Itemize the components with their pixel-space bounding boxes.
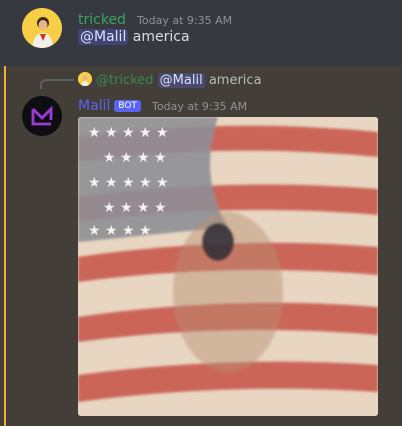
user-mention[interactable]: @Malil: [78, 29, 129, 45]
reply-mention[interactable]: @Malil: [157, 73, 205, 88]
reply-avatar: [78, 72, 92, 86]
gif-attachment[interactable]: ★ ★ ★ ★ ★ ★ ★ ★ ★ ★ ★ ★ ★ ★ ★ ★ ★ ★ ★ ★ …: [78, 117, 378, 416]
american-flag-gif: ★ ★ ★ ★ ★ ★ ★ ★ ★ ★ ★ ★ ★ ★ ★ ★ ★ ★ ★ ★ …: [78, 117, 378, 416]
message-text: america: [128, 29, 190, 45]
mention-highlight-bar: [4, 66, 6, 426]
user-avatar-icon: [22, 8, 62, 48]
svg-text:★ ★ ★ ★: ★ ★ ★ ★: [103, 150, 167, 166]
malil-logo-icon: [22, 96, 62, 136]
timestamp: Today at 9:35 AM: [137, 14, 233, 27]
user-avatar-icon: [78, 72, 92, 86]
reply-author[interactable]: @tricked: [96, 73, 154, 88]
svg-text:★ ★ ★ ★: ★ ★ ★ ★: [103, 200, 167, 216]
reply-spine: [40, 79, 74, 89]
bot-badge: BOT: [114, 100, 141, 112]
message-content: @Malil america: [78, 29, 190, 45]
svg-text:★ ★ ★ ★ ★: ★ ★ ★ ★ ★: [88, 175, 169, 191]
svg-text:★ ★ ★ ★: ★ ★ ★ ★: [88, 223, 152, 239]
message-malil-highlighted: @tricked @Malil america Malil BOT Today a…: [0, 66, 402, 426]
timestamp: Today at 9:35 AM: [152, 100, 248, 113]
avatar-tricked[interactable]: [22, 8, 62, 48]
author-name[interactable]: tricked: [78, 12, 126, 28]
author-name[interactable]: Malil: [78, 98, 110, 114]
avatar-malil[interactable]: [22, 96, 62, 136]
reply-reference[interactable]: @tricked @Malil america: [78, 72, 262, 88]
chat-messages: tricked Today at 9:35 AM @Malil america …: [0, 0, 402, 426]
svg-text:★ ★ ★ ★ ★: ★ ★ ★ ★ ★: [88, 125, 169, 141]
reply-text: america: [204, 73, 262, 88]
message-tricked: tricked Today at 9:35 AM @Malil america: [0, 0, 402, 62]
